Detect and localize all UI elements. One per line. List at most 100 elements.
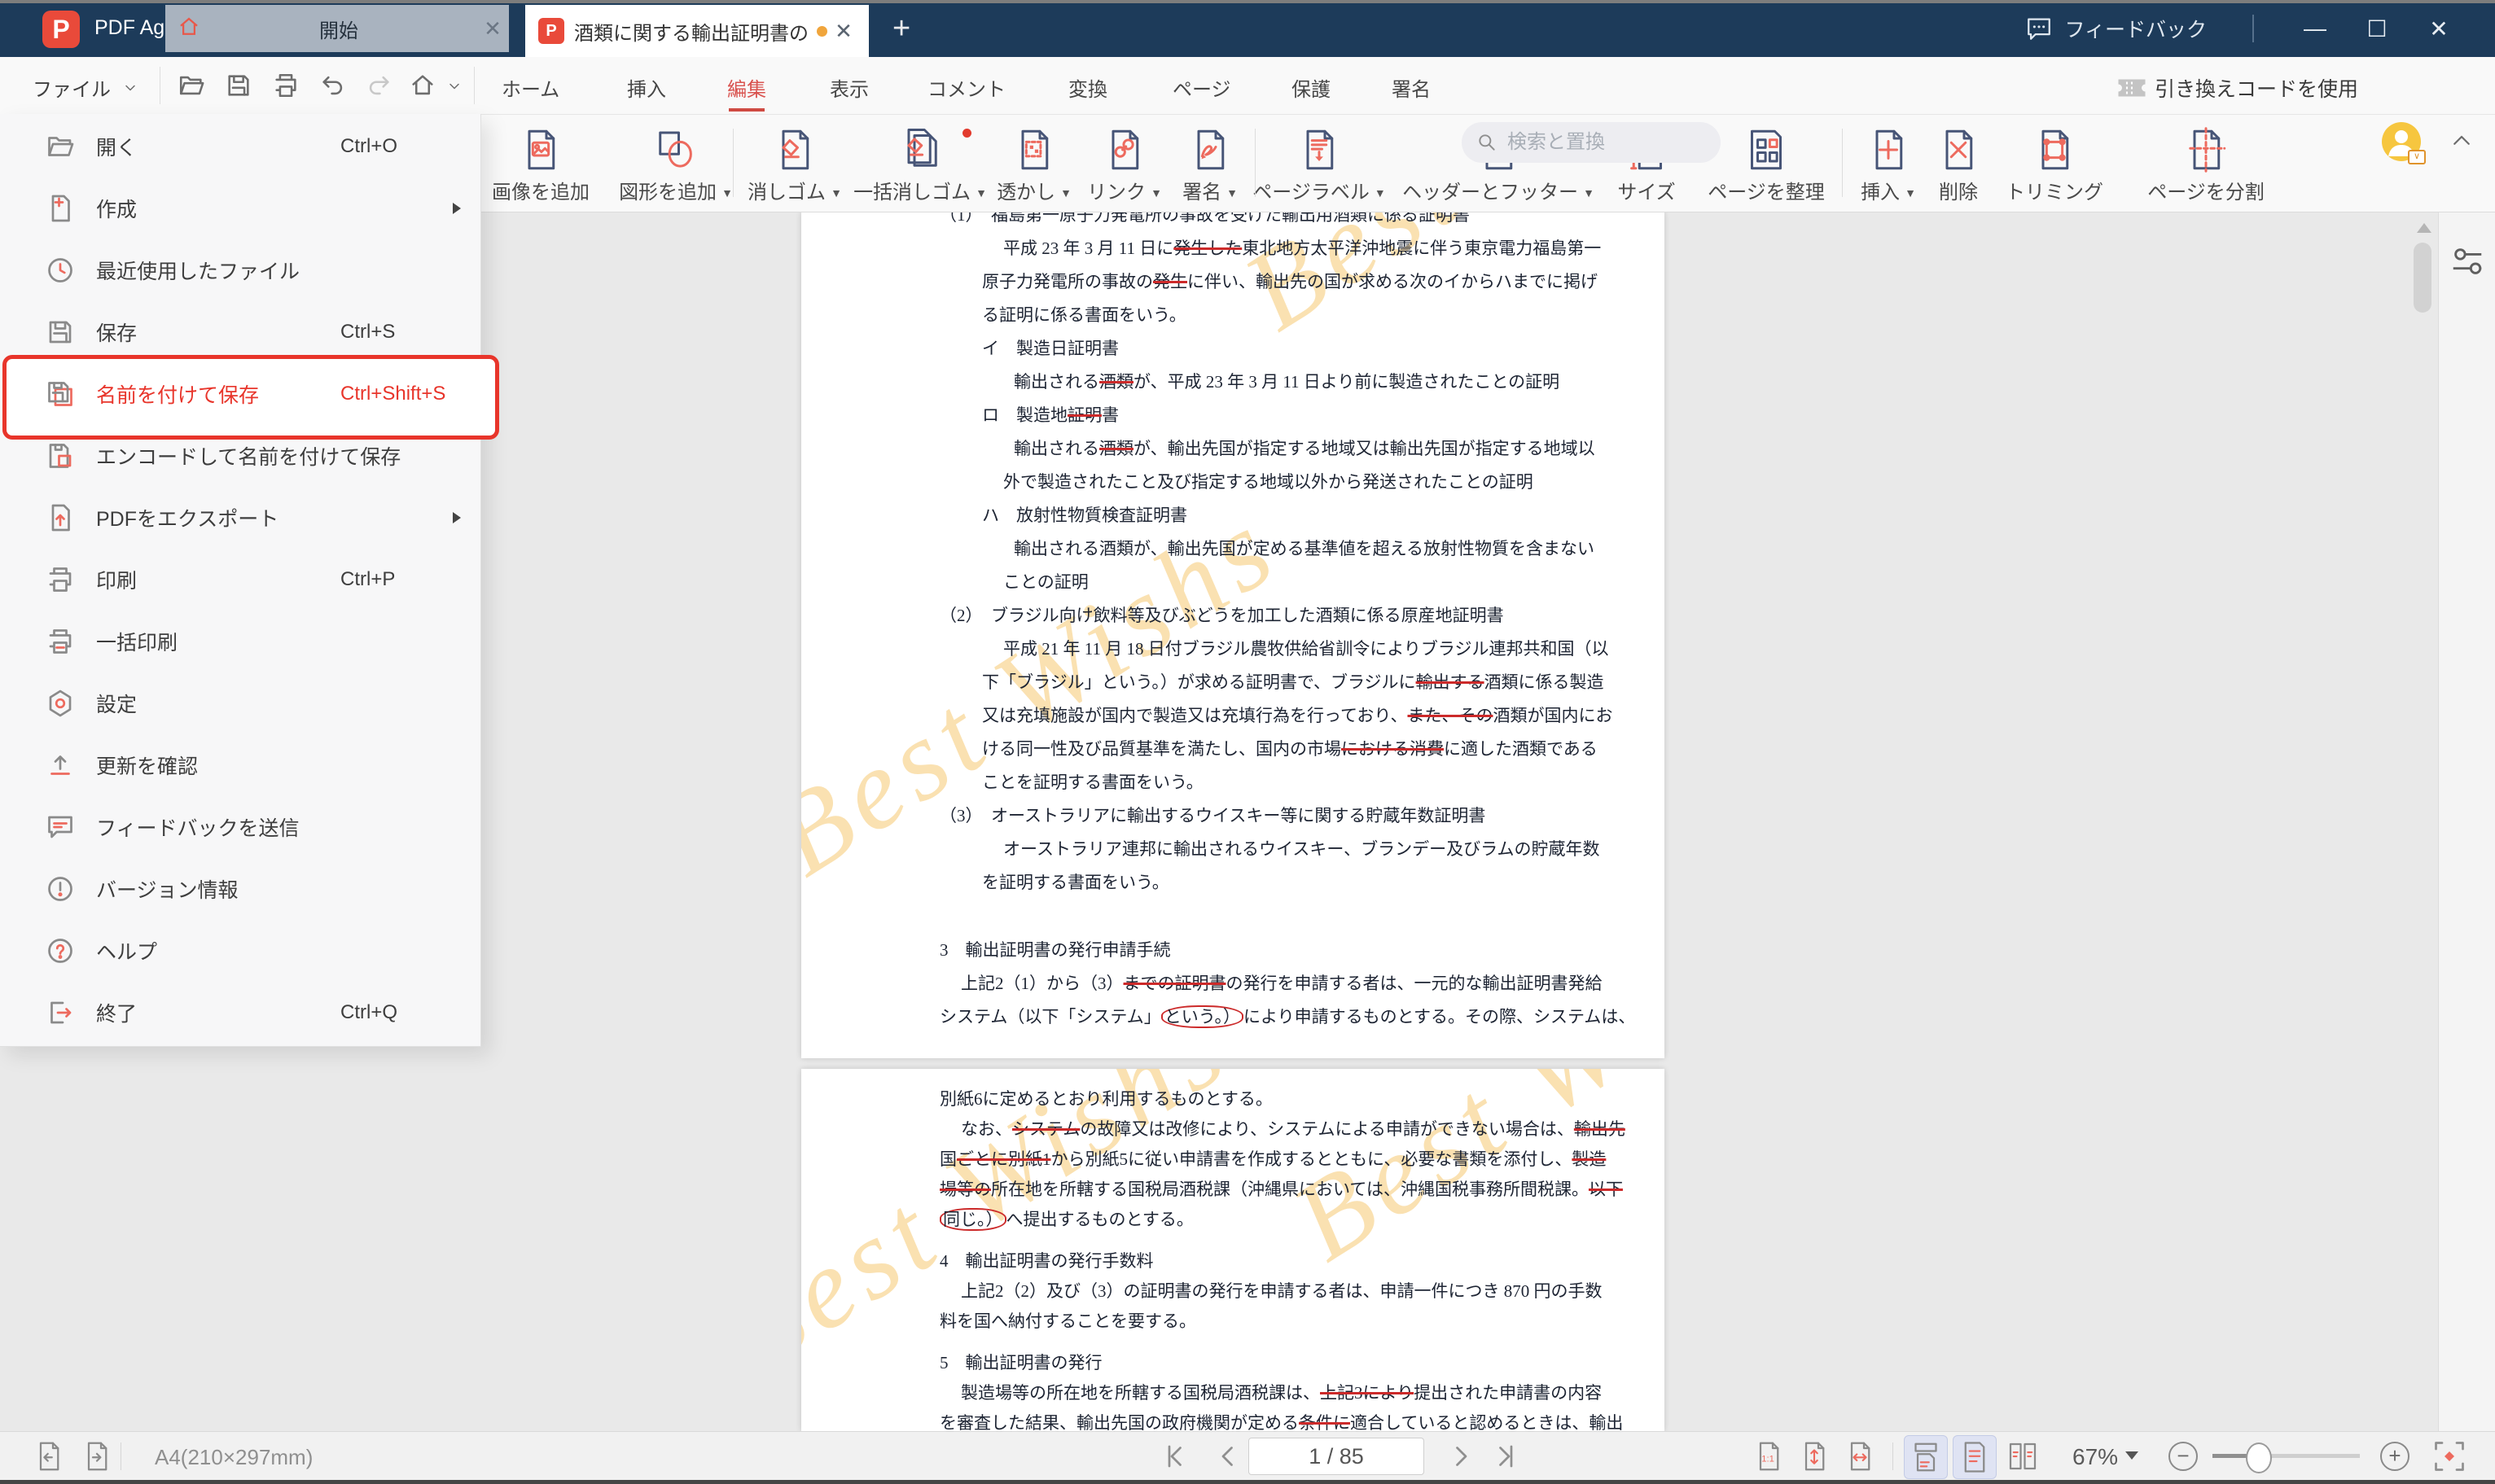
recent-icon [46,256,75,285]
file-menu-item-2[interactable]: 最近使用したファイル [0,239,480,301]
menu-tab-2[interactable]: 編集 [727,73,766,112]
first-page-button[interactable] [1160,1442,1189,1475]
file-menu-item-8[interactable]: 一括印刷 [0,611,480,672]
ribbon-button-1[interactable]: 図形を追加 ▼ [616,124,735,204]
document-text: システム（以下「システム」 [940,1007,1161,1027]
document-line: ことの証明 [1003,566,1664,599]
redo-icon[interactable] [365,72,392,103]
menu-tab-4[interactable]: コメント [927,73,1006,102]
undo-icon[interactable] [319,72,347,103]
home-icon [177,15,201,43]
menu-tab-8[interactable]: 署名 [1392,73,1431,102]
home-icon[interactable] [409,72,436,103]
scrollbar-thumb[interactable] [2414,243,2431,313]
document-line: 又は充填施設が国内で製造又は充填行為を行っており、また、その酒類が国内にお [982,699,1664,733]
actual-size-icon[interactable]: 1:1 [1752,1438,1785,1478]
file-menu-item-7[interactable]: 印刷 Ctrl+P [0,549,480,611]
document-text: に伴い、輸出先の国が求める次のイからハまでに掲げ [1187,272,1598,291]
zoom-level-label[interactable]: 67% [2072,1444,2118,1470]
red-circled-text: という。） [1160,1005,1243,1028]
minimize-button[interactable]: — [2293,15,2337,42]
page-label-icon [1250,124,1388,173]
search-input[interactable] [1506,130,1696,155]
file-menu-item-6[interactable]: PDFをエクスポート [0,487,480,549]
document-text: （2） ブラジル向け飲料等及びぶどうを加工した酒類に係る原産地証明書 [940,606,1504,625]
file-menu-item-0[interactable]: 開く Ctrl+O [0,116,480,177]
zoom-out-button[interactable]: − [2168,1442,2198,1471]
red-strikethrough-text: 酒類 [1099,439,1133,458]
menu-tab-3[interactable]: 表示 [830,73,869,102]
close-tab-icon[interactable]: ✕ [476,16,509,42]
zoom-in-button[interactable]: + [2380,1442,2409,1471]
file-menu-item-3[interactable]: 保存 Ctrl+S [0,301,480,363]
file-menu-item-13[interactable]: ヘルプ [0,920,480,982]
ribbon-button-3[interactable]: 一括消しゴム ▼ [851,124,989,204]
close-tab-icon[interactable]: ✕ [827,19,860,44]
menu-tab-7[interactable]: 保護 [1291,73,1331,102]
fit-width-icon[interactable] [1844,1438,1876,1478]
tab-start[interactable]: 開始 ✕ [165,5,509,52]
file-menu-item-11[interactable]: フィードバックを送信 [0,796,480,858]
new-tab-button[interactable]: + [892,11,910,46]
continuous-view-button[interactable] [1953,1435,1997,1479]
search-icon [1479,134,1495,151]
open-icon[interactable] [178,72,205,103]
next-page-button[interactable] [1446,1442,1476,1475]
divider [1892,1442,1893,1470]
document-line: なお、システムの故障又は改修により、システムによる申請ができない場合は、輸出先 [961,1114,1664,1145]
menu-tab-1[interactable]: 挿入 [627,73,666,102]
properties-panel-icon[interactable] [2449,243,2486,280]
zoom-slider-track[interactable] [2212,1454,2360,1458]
tab-document[interactable]: P 酒類に関する輸出証明書の... ✕ [525,5,869,57]
chevron-down-icon[interactable] [446,78,463,98]
single-page-view-button[interactable] [1904,1435,1948,1479]
ribbon-button-11[interactable]: 挿入 ▼ [1858,124,1918,204]
menu-tab-0[interactable]: ホーム [502,73,559,102]
menu-tab-6[interactable]: ページ [1173,73,1231,102]
next-file-icon[interactable] [81,1438,113,1478]
menu-tab-5[interactable]: 変換 [1068,73,1107,102]
file-menu-item-10[interactable]: 更新を確認 [0,734,480,796]
dropdown-arrow-icon: ▼ [1226,186,1238,199]
redeem-code-button[interactable]: 引き換えコードを使用 [2117,73,2358,103]
ribbon-button-2[interactable]: 消しゴム ▼ [745,124,844,204]
zoom-dropdown-icon[interactable] [2125,1451,2138,1460]
save-icon[interactable] [225,72,252,103]
crop-icon [2002,124,2107,173]
ribbon-button-14[interactable]: ページを分割 [2143,124,2269,204]
red-strikethrough-text: 輸出する [1415,672,1484,692]
last-page-button[interactable] [1492,1442,1521,1475]
file-menu-item-14[interactable]: 終了 Ctrl+Q [0,982,480,1044]
ribbon-button-6[interactable]: 署名 ▼ [1180,124,1240,204]
maximize-button[interactable]: ☐ [2355,15,2399,42]
file-menu-item-1[interactable]: 作成 [0,177,480,239]
print-icon[interactable] [272,72,300,103]
chevron-up-icon[interactable] [2449,129,2474,157]
feedback-button[interactable]: フィードバック [2025,14,2207,43]
file-menu-item-9[interactable]: 設定 [0,672,480,734]
file-menu-item-5[interactable]: エンコードして名前を付けて保存 [0,425,480,487]
file-menu-item-12[interactable]: バージョン情報 [0,858,480,920]
previous-file-icon[interactable] [33,1438,65,1478]
ribbon-button-4[interactable]: 透かし ▼ [994,124,1074,204]
search-box[interactable] [1462,122,1721,163]
file-menu-item-4[interactable]: 名前を付けて保存 Ctrl+Shift+S [0,363,480,425]
avatar[interactable]: ∨ [2382,122,2426,164]
previous-page-button[interactable] [1213,1442,1243,1475]
red-strikethrough-text: 輸出先 [1573,1119,1625,1139]
ribbon-button-0[interactable]: 画像を追加 [488,124,594,204]
close-button[interactable]: ✕ [2417,15,2461,42]
scroll-up-arrow[interactable] [2417,223,2431,233]
file-menu-button[interactable]: ファイル [33,73,138,102]
page-number-input[interactable] [1248,1438,1424,1475]
facing-pages-view-button[interactable] [2002,1435,2044,1477]
fit-page-icon[interactable] [1798,1438,1831,1478]
ribbon-button-13[interactable]: トリミング [2002,124,2107,204]
ribbon-button-10[interactable]: ページを整理 [1704,124,1829,204]
ribbon-button-5[interactable]: リンク ▼ [1085,124,1164,204]
ribbon-button-7[interactable]: ページラベル ▼ [1250,124,1388,204]
fullscreen-icon[interactable] [2430,1437,2469,1480]
ribbon-button-12[interactable]: 削除 [1935,124,1982,204]
open-icon [46,132,75,161]
zoom-slider-handle[interactable] [2246,1442,2272,1473]
